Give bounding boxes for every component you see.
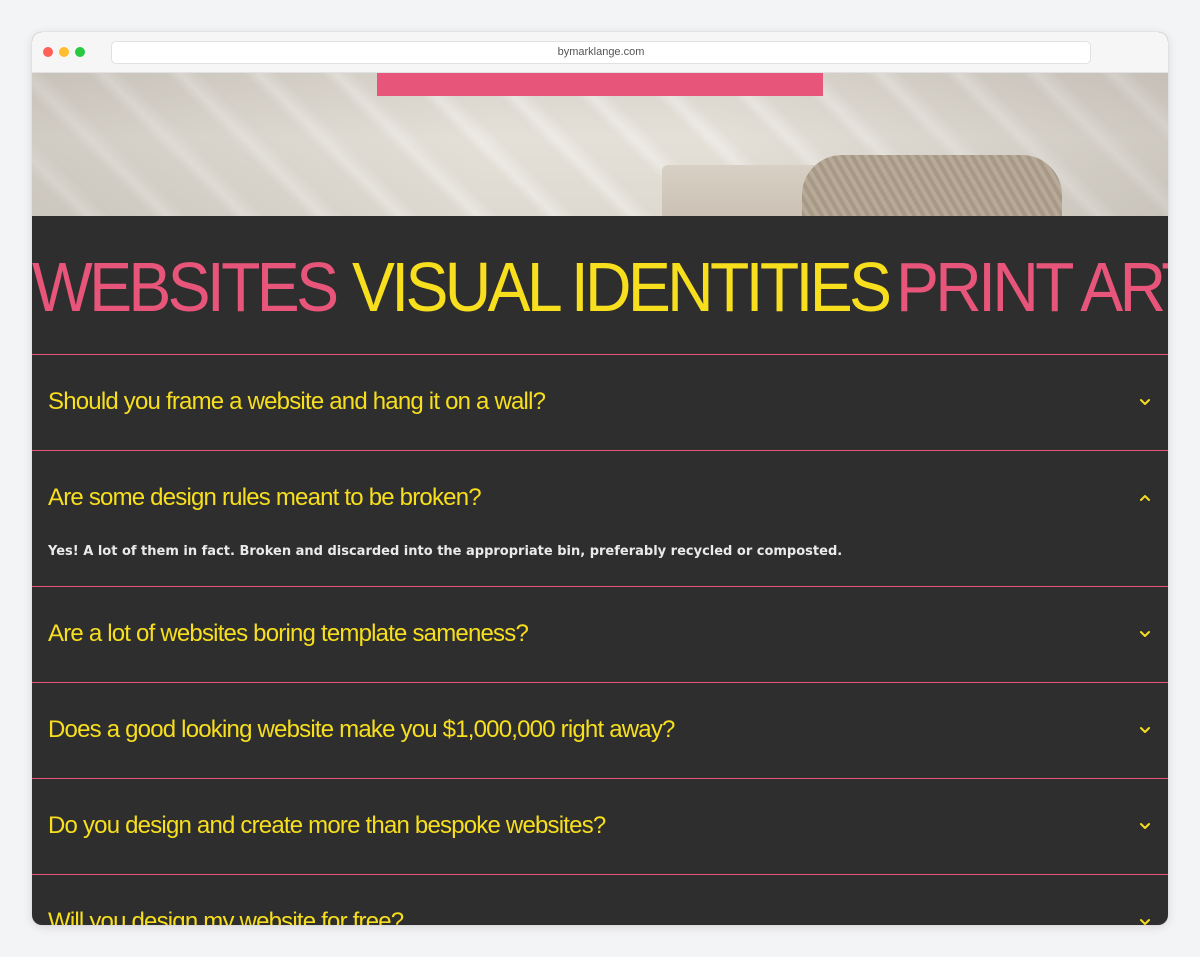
faq-question-toggle[interactable]: Does a good looking website make you $1,…	[32, 683, 1168, 778]
marquee-word-websites: WEBSITES	[32, 248, 339, 326]
chevron-down-icon	[1140, 727, 1150, 733]
faq-question: Are a lot of websites boring template sa…	[48, 620, 529, 647]
faq-question: Will you design my website for free?	[48, 908, 404, 925]
faq-question-toggle[interactable]: Will you design my website for free?	[32, 875, 1168, 925]
faq-question-toggle[interactable]: Should you frame a website and hang it o…	[32, 355, 1168, 450]
faq-item: Does a good looking website make you $1,…	[32, 682, 1168, 778]
chevron-down-icon	[1140, 919, 1150, 925]
hero-accent-bar	[377, 73, 823, 96]
faq-question-toggle[interactable]: Are a lot of websites boring template sa…	[32, 587, 1168, 682]
faq-accordion: Should you frame a website and hang it o…	[32, 354, 1168, 925]
faq-question: Do you design and create more than bespo…	[48, 812, 606, 839]
faq-question: Are some design rules meant to be broken…	[48, 484, 482, 511]
faq-question: Does a good looking website make you $1,…	[48, 716, 675, 743]
services-marquee: WEBSITES VISUAL IDENTITIES PRINT ART	[32, 216, 1168, 354]
chevron-down-icon	[1140, 399, 1150, 405]
faq-answer: Yes! A lot of them in fact. Broken and d…	[48, 544, 843, 559]
close-window-button[interactable]	[43, 47, 53, 57]
faq-question: Should you frame a website and hang it o…	[48, 388, 546, 415]
faq-item: Are some design rules meant to be broken…	[32, 450, 1168, 586]
faq-question-toggle[interactable]: Are some design rules meant to be broken…	[32, 451, 1168, 543]
faq-item: Should you frame a website and hang it o…	[32, 354, 1168, 450]
minimize-window-button[interactable]	[59, 47, 69, 57]
faq-item: Are a lot of websites boring template sa…	[32, 586, 1168, 682]
basket-shape	[662, 165, 822, 216]
browser-titlebar: bymarklange.com	[32, 32, 1168, 73]
marquee-word-visual-identities: VISUAL IDENTITIES	[352, 248, 892, 326]
knit-blanket-shape	[802, 155, 1062, 216]
address-bar[interactable]: bymarklange.com	[111, 41, 1091, 64]
faq-item: Will you design my website for free?	[32, 874, 1168, 925]
chevron-down-icon	[1140, 823, 1150, 829]
faq-item: Do you design and create more than bespo…	[32, 778, 1168, 874]
faq-answer-panel: Yes! A lot of them in fact. Broken and d…	[32, 543, 1168, 586]
marquee-word-print-art: PRINT ART	[896, 248, 1168, 326]
browser-window: bymarklange.com WEBSITES VISUAL IDENTITI…	[32, 32, 1168, 925]
maximize-window-button[interactable]	[75, 47, 85, 57]
chevron-down-icon	[1140, 631, 1150, 637]
hero-image	[32, 73, 1168, 216]
chevron-up-icon	[1140, 495, 1150, 501]
faq-question-toggle[interactable]: Do you design and create more than bespo…	[32, 779, 1168, 874]
